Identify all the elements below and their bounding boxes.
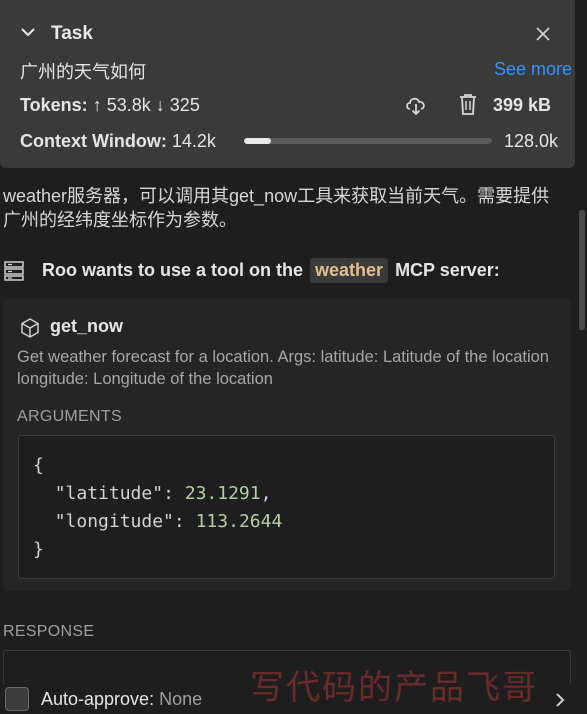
auto-approve-text: Auto-approve: — [41, 689, 155, 709]
auto-approve-checkbox[interactable] — [5, 687, 29, 711]
arrow-down-icon: ↓ — [155, 95, 165, 115]
watermark: 写代码的产品飞哥 — [250, 668, 538, 708]
json-value-latitude: 23.1291 — [184, 483, 261, 504]
task-title: Task — [51, 23, 93, 44]
json-key-longitude: "longitude" — [54, 511, 174, 532]
context-window-row: Context Window: 14.2k — [20, 131, 216, 152]
arrow-up-icon: ↑ — [92, 95, 102, 115]
arguments-label: ARGUMENTS — [17, 408, 122, 425]
tool-request-suffix: MCP server: — [395, 260, 500, 280]
tool-request-prefix: Roo wants to use a tool on the — [42, 260, 303, 280]
tool-name: get_now — [50, 316, 124, 336]
json-value-longitude: 113.2644 — [195, 511, 283, 532]
auto-approve-value: None — [159, 689, 203, 709]
tool-description: Get weather forecast for a location. Arg… — [17, 348, 549, 388]
tool-request-heading: Roo wants to use a tool on the weather M… — [42, 258, 500, 283]
auto-approve-label[interactable]: Auto-approve: None — [41, 689, 202, 710]
tokens-row: Tokens: ↑ 53.8k ↓ 325 — [20, 95, 200, 116]
json-key-latitude: "latitude" — [54, 483, 164, 504]
cloud-download-icon[interactable] — [404, 94, 428, 116]
see-more-link[interactable]: See more — [494, 59, 572, 80]
chat-panel: Task 广州的天气如何 See more Tokens: ↑ 53.8k ↓ … — [0, 0, 587, 714]
response-label: RESPONSE — [3, 623, 95, 640]
context-max: 128.0k — [504, 131, 559, 151]
task-size: 399 kB — [493, 95, 552, 115]
scrollbar[interactable] — [579, 210, 585, 330]
arguments-code-block: { "latitude": 23.1291, "longitude": 113.… — [18, 435, 555, 579]
tokens-label: Tokens: — [20, 95, 88, 115]
task-text: 广州的天气如何 — [20, 62, 146, 82]
trash-icon[interactable] — [459, 93, 477, 115]
server-icon — [4, 261, 24, 281]
assistant-message: weather服务器，可以调用其get_now工具来获取当前天气。需要提供广州的… — [3, 186, 550, 230]
chevron-right-icon[interactable] — [553, 691, 567, 709]
tokens-out: 325 — [169, 95, 200, 115]
context-window-label: Context Window: — [20, 131, 167, 151]
context-progress-bar — [244, 138, 492, 144]
server-badge: weather — [310, 258, 389, 283]
chevron-down-icon[interactable] — [20, 24, 36, 40]
context-used: 14.2k — [171, 131, 216, 151]
close-icon[interactable] — [534, 25, 552, 43]
tokens-in: 53.8k — [106, 95, 151, 115]
context-progress-fill — [244, 138, 272, 144]
cube-icon — [21, 318, 39, 338]
